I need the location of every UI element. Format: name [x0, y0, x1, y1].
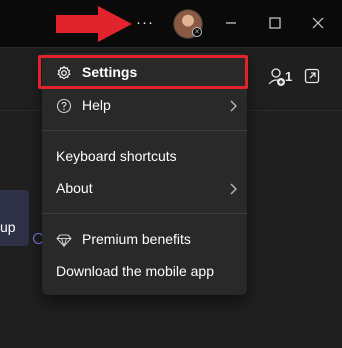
minimize-icon[interactable] — [222, 14, 240, 32]
presence-status-icon: × — [192, 27, 202, 37]
menu-item-label: About — [56, 180, 93, 196]
menu-item-label: Help — [82, 97, 111, 113]
more-options-menu: Settings Help Keyboard shortcuts About P… — [38, 53, 248, 295]
chat-message-text: up — [0, 219, 16, 235]
popout-icon[interactable] — [304, 68, 320, 84]
menu-item-about[interactable]: About — [42, 174, 247, 204]
chevron-right-icon — [230, 100, 237, 112]
maximize-icon[interactable] — [266, 14, 284, 32]
diamond-icon — [56, 234, 72, 248]
menu-item-help[interactable]: Help — [42, 91, 247, 121]
chat-message-bubble[interactable] — [0, 190, 29, 246]
menu-divider — [42, 213, 247, 214]
menu-divider — [42, 130, 247, 131]
close-icon[interactable] — [309, 14, 327, 32]
menu-item-premium-benefits[interactable]: Premium benefits — [42, 225, 247, 255]
participants-count[interactable]: 1 — [285, 69, 292, 84]
menu-item-label: Download the mobile app — [56, 263, 214, 279]
title-bar: ··· × — [0, 0, 342, 48]
highlight-annotation — [38, 55, 248, 89]
question-circle-icon — [56, 98, 72, 114]
red-arrow-annotation — [56, 6, 132, 42]
menu-item-label: Keyboard shortcuts — [56, 148, 177, 164]
menu-item-settings[interactable]: Settings — [38, 55, 248, 89]
chevron-right-icon — [230, 183, 237, 195]
more-options-button[interactable]: ··· — [133, 12, 157, 36]
menu-item-keyboard-shortcuts[interactable]: Keyboard shortcuts — [42, 142, 247, 172]
menu-item-label: Premium benefits — [82, 231, 191, 247]
menu-item-download-mobile-app[interactable]: Download the mobile app — [42, 257, 247, 287]
